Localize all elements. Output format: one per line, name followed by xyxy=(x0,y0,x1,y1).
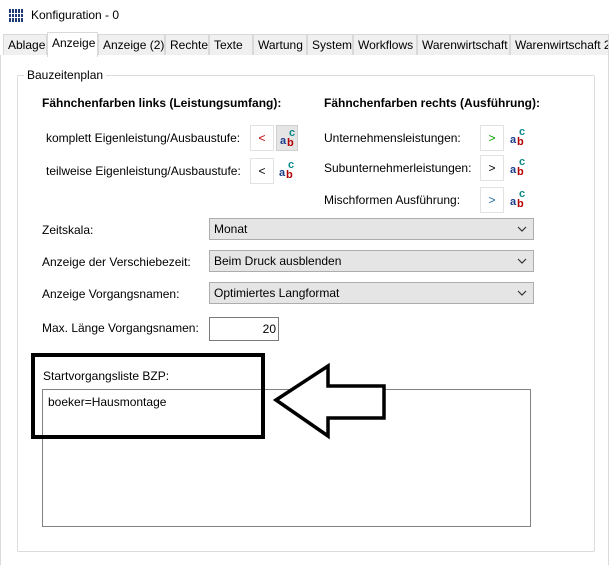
vorgangsnamen-select[interactable]: Optimiertes Langformat xyxy=(209,282,534,304)
text-color-abc-icon[interactable]: acb xyxy=(276,158,298,184)
label-mischformen: Mischformen Ausführung: xyxy=(324,193,461,207)
pointer-arrow-icon xyxy=(272,362,386,440)
verschiebezeit-value: Beim Druck ausblenden xyxy=(214,254,342,268)
label-verschiebezeit: Anzeige der Verschiebezeit: xyxy=(42,255,191,269)
tab-bar: Ablage Anzeige Anzeige (2) Rechte Texte … xyxy=(0,32,609,57)
flag-symbol: > xyxy=(488,161,496,175)
label-unternehmensleistungen: Unternehmensleistungen: xyxy=(324,131,461,145)
right-colors-heading: Fähnchenfarben rechts (Ausführung): xyxy=(324,96,541,110)
tab-texte[interactable]: Texte xyxy=(209,34,253,56)
text-color-abc-icon[interactable]: acb xyxy=(507,125,529,151)
app-grid-icon xyxy=(9,9,23,22)
chevron-down-icon xyxy=(517,290,527,296)
label-komplett-eigenleistung: komplett Eigenleistung/Ausbaustufe: xyxy=(46,131,241,145)
tab-system[interactable]: System xyxy=(307,34,353,56)
tab-workflows[interactable]: Workflows xyxy=(353,34,417,56)
tab-rechte[interactable]: Rechte xyxy=(165,34,209,56)
window-title: Konfiguration - 0 xyxy=(31,8,120,22)
tab-wartung[interactable]: Wartung xyxy=(253,34,307,56)
group-title: Bauzeitenplan xyxy=(24,68,107,82)
zeitskala-value: Monat xyxy=(214,222,248,236)
tab-warenwirtschaft[interactable]: Warenwirtschaft xyxy=(417,34,510,56)
flag-color-subunternehmer[interactable]: > xyxy=(480,155,504,181)
title-bar: Konfiguration - 0 xyxy=(0,0,609,32)
label-startvorgangsliste: Startvorgangsliste BZP: xyxy=(43,369,170,383)
label-max-laenge: Max. Länge Vorgangsnamen: xyxy=(42,321,199,335)
left-colors-heading: Fähnchenfarben links (Leistungsumfang): xyxy=(42,96,282,110)
label-vorgangsnamen: Anzeige Vorgangsnamen: xyxy=(42,287,180,301)
flag-symbol: < xyxy=(258,131,266,145)
chevron-down-icon xyxy=(517,258,527,264)
flag-color-mischformen[interactable]: > xyxy=(480,187,504,213)
flag-color-teilweise[interactable]: < xyxy=(250,158,274,184)
tab-anzeige-2[interactable]: Anzeige (2) xyxy=(98,34,165,56)
startvorgangsliste-value: boeker=Hausmontage xyxy=(48,395,167,409)
tab-anzeige[interactable]: Anzeige xyxy=(47,32,98,57)
label-subunternehmerleistungen: Subunternehmerleistungen: xyxy=(324,161,472,175)
label-teilweise-eigenleistung: teilweise Eigenleistung/Ausbaustufe: xyxy=(46,164,241,178)
vorgangsnamen-value: Optimiertes Langformat xyxy=(214,286,340,300)
text-color-abc-icon[interactable]: acb xyxy=(507,155,529,181)
tab-warenwirtschaft-2[interactable]: Warenwirtschaft 2 xyxy=(510,34,609,56)
flag-symbol: > xyxy=(488,131,496,145)
label-zeitskala: Zeitskala: xyxy=(42,223,94,237)
zeitskala-select[interactable]: Monat xyxy=(209,218,534,240)
verschiebezeit-select[interactable]: Beim Druck ausblenden xyxy=(209,250,534,272)
tab-ablage[interactable]: Ablage xyxy=(3,34,47,56)
flag-symbol: < xyxy=(258,164,266,178)
flag-symbol: > xyxy=(488,193,496,207)
flag-color-unternehmen[interactable]: > xyxy=(480,125,504,151)
chevron-down-icon xyxy=(517,226,527,232)
text-color-abc-icon[interactable]: acb xyxy=(276,125,298,151)
max-laenge-input[interactable]: 20 xyxy=(209,317,279,341)
text-color-abc-icon[interactable]: acb xyxy=(507,187,529,213)
flag-color-komplett[interactable]: < xyxy=(250,125,274,151)
